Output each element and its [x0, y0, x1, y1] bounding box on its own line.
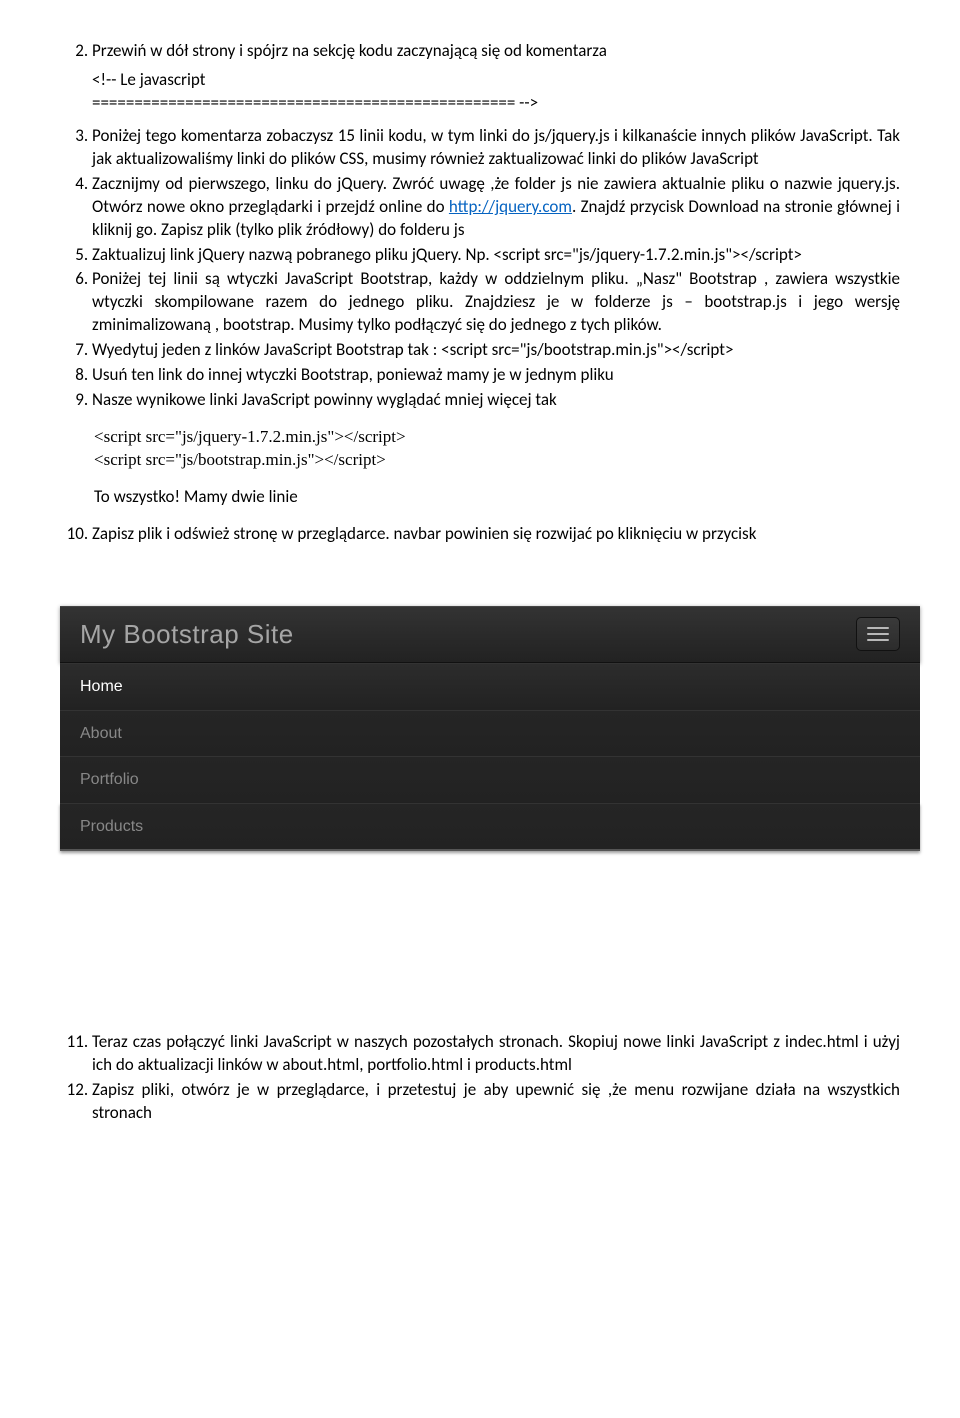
- hamburger-icon: [867, 639, 889, 641]
- list-item-12: Zapisz pliki, otwórz je w przeglądarce, …: [92, 1079, 900, 1125]
- list-item-7: Wyedytuj jeden z linków JavaScript Boots…: [92, 339, 900, 362]
- nav-item-portfolio[interactable]: Portfolio: [60, 756, 920, 803]
- list-item-4: Zacznijmy od pierwszego, linku do jQuery…: [92, 173, 900, 242]
- item-2-intro: Przewiń w dół strony i spójrz na sekcję …: [92, 40, 607, 61]
- list-item-9: Nasze wynikowe linki JavaScript powinny …: [92, 389, 900, 412]
- jquery-link[interactable]: http://jquery.com: [449, 196, 572, 217]
- item-9-text: Nasze wynikowe linki JavaScript powinny …: [92, 389, 557, 410]
- navbar-brand[interactable]: My Bootstrap Site: [80, 617, 294, 652]
- navbar-toggle-button[interactable]: [856, 617, 900, 651]
- item-7-text: Wyedytuj jeden z linków JavaScript Boots…: [92, 339, 733, 360]
- instruction-list-10: Zapisz plik i odśwież stronę w przegląda…: [60, 523, 900, 546]
- list-item-11: Teraz czas połączyć linki JavaScript w n…: [92, 1031, 900, 1077]
- closing-line: To wszystko! Mamy dwie linie: [94, 486, 900, 509]
- list-item-5: Zaktualizuj link jQuery nazwą pobranego …: [92, 244, 900, 267]
- navbar-screenshot: My Bootstrap Site Home About Portfolio P…: [60, 606, 900, 851]
- list-item-8: Usuń ten link do innej wtyczki Bootstrap…: [92, 364, 900, 387]
- navbar-top: My Bootstrap Site: [60, 606, 920, 663]
- item-6-text: Poniżej tej linii są wtyczki JavaScript …: [92, 268, 900, 335]
- hamburger-icon: [867, 627, 889, 629]
- list-item-6: Poniżej tej linii są wtyczki JavaScript …: [92, 268, 900, 337]
- instruction-list-11: Teraz czas połączyć linki JavaScript w n…: [60, 1031, 900, 1125]
- instruction-list: Przewiń w dół strony i spójrz na sekcję …: [60, 40, 900, 412]
- item-5-text: Zaktualizuj link jQuery nazwą pobranego …: [92, 244, 802, 265]
- nav-item-products[interactable]: Products: [60, 803, 920, 852]
- item-10-text: Zapisz plik i odśwież stronę w przegląda…: [92, 523, 756, 544]
- list-item-2: Przewiń w dół strony i spójrz na sekcję …: [92, 40, 900, 115]
- list-item-3: Poniżej tego komentarza zobaczysz 15 lin…: [92, 125, 900, 171]
- script-code-block: <script src="js/jquery-1.7.2.min.js"></s…: [94, 426, 900, 472]
- item-2-code: <!-- Le javascript =====================…: [92, 69, 900, 115]
- item-3-text: Poniżej tego komentarza zobaczysz 15 lin…: [92, 125, 900, 169]
- nav-item-home[interactable]: Home: [60, 663, 920, 710]
- item-8-text: Usuń ten link do innej wtyczki Bootstrap…: [92, 364, 614, 385]
- item-11-text: Teraz czas połączyć linki JavaScript w n…: [92, 1031, 900, 1075]
- hamburger-icon: [867, 633, 889, 635]
- list-item-10: Zapisz plik i odśwież stronę w przegląda…: [92, 523, 900, 546]
- item-12-text: Zapisz pliki, otwórz je w przeglądarce, …: [92, 1079, 900, 1123]
- script-line-2: <script src="js/bootstrap.min.js"></scri…: [94, 449, 900, 472]
- navbar-menu: Home About Portfolio Products: [60, 663, 920, 851]
- nav-item-about[interactable]: About: [60, 710, 920, 757]
- script-line-1: <script src="js/jquery-1.7.2.min.js"></s…: [94, 426, 900, 449]
